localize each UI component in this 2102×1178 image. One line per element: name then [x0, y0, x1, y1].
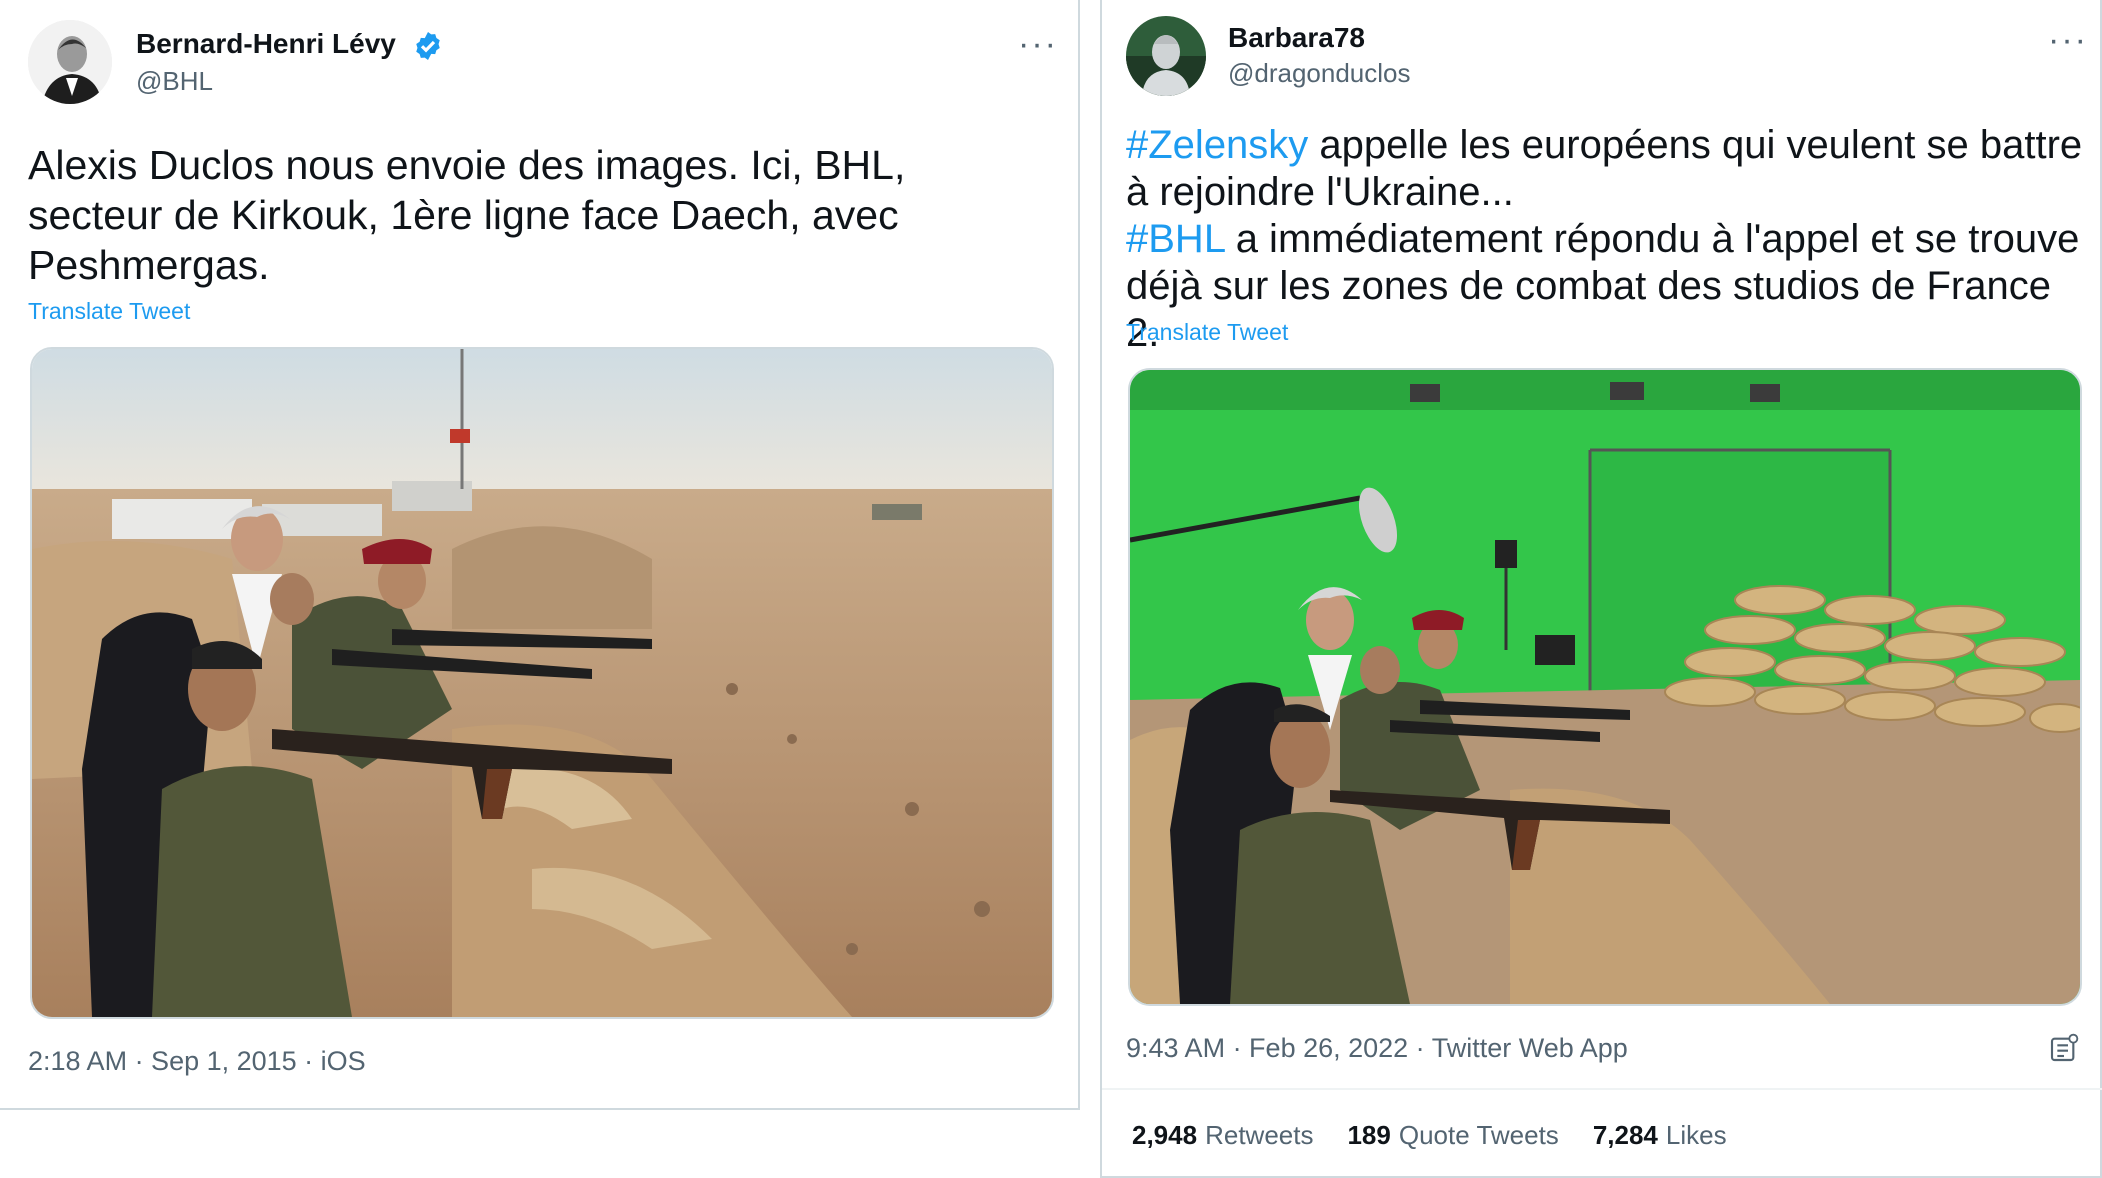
tweet-text-line: #Zelensky appelle les européens qui veul… — [1126, 123, 2083, 167]
tweet-text: Alexis Duclos nous envoie des images. Ic… — [28, 140, 1048, 290]
hashtag-link[interactable]: #BHL — [1126, 217, 1225, 261]
translate-tweet-link[interactable]: Translate Tweet — [1126, 319, 1288, 346]
tweet-card-left: Bernard-Henri Lévy @BHL ··· Alexis Duclo… — [0, 0, 1080, 1110]
tweet-text-line: à rejoindre l'Ukraine... — [1126, 170, 1514, 214]
tweet-card-right: Barbara78 @dragonduclos ··· #Zelensky ap… — [1100, 0, 2102, 1178]
tweet-text-line: Alexis Duclos nous envoie des images. Ic… — [28, 142, 906, 188]
tweet-text-line: secteur de Kirkouk, 1ère ligne face Daec… — [28, 192, 899, 238]
translate-tweet-link[interactable]: Translate Tweet — [28, 298, 190, 325]
engagement-stats: 2,948 Retweets 189 Quote Tweets 7,284 Likes — [1132, 1120, 1727, 1151]
divider — [1102, 1088, 2102, 1090]
author-name[interactable]: Barbara78 — [1228, 22, 1365, 54]
retweets-stat[interactable]: 2,948 Retweets — [1132, 1120, 1313, 1151]
more-options-icon[interactable]: ··· — [2048, 23, 2088, 57]
tweet-timestamp[interactable]: 9:43 AM · Feb 26, 2022 · Twitter Web App — [1126, 1033, 1628, 1064]
tweet-photo-battlefield[interactable] — [30, 347, 1054, 1019]
author-handle[interactable]: @dragonduclos — [1228, 58, 1411, 89]
author-name[interactable]: Bernard-Henri Lévy — [136, 28, 444, 62]
avatar[interactable] — [1126, 16, 1206, 96]
verified-badge-icon — [415, 31, 440, 60]
hashtag-link[interactable]: #Zelensky — [1126, 123, 1308, 167]
tweet-timestamp[interactable]: 2:18 AM · Sep 1, 2015 · iOS — [28, 1046, 366, 1077]
tweet-photo-green-screen[interactable] — [1128, 368, 2082, 1006]
quote-tweets-stat[interactable]: 189 Quote Tweets — [1347, 1120, 1558, 1151]
likes-stat[interactable]: 7,284 Likes — [1593, 1120, 1727, 1151]
tweet-text-line: Peshmergas. — [28, 242, 270, 288]
more-options-icon[interactable]: ··· — [1018, 27, 1058, 61]
author-handle[interactable]: @BHL — [136, 66, 213, 97]
avatar[interactable] — [28, 20, 112, 104]
tweet-text-line: #BHL a immédiatement répondu à l'appel e… — [1126, 217, 2080, 261]
analytics-icon[interactable] — [2048, 1032, 2080, 1064]
